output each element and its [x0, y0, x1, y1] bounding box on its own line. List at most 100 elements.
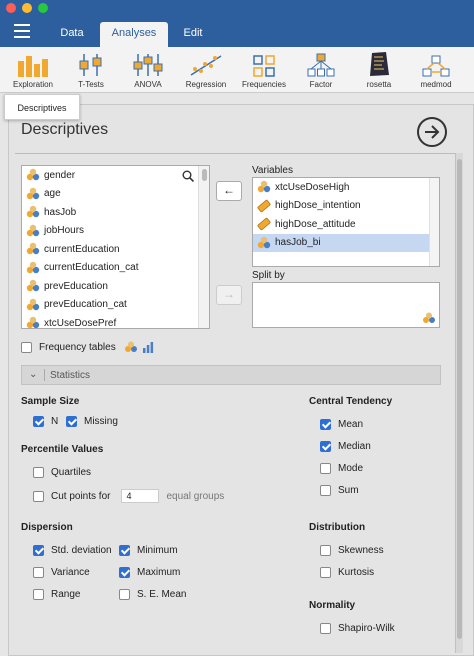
ribbon-anova-button[interactable]: ANOVA — [128, 51, 168, 91]
mode-checkbox[interactable] — [320, 463, 331, 474]
ribbon-medmod-button[interactable]: medmod — [416, 51, 456, 91]
n-option[interactable]: N — [33, 416, 58, 427]
mode-option[interactable]: Mode — [320, 463, 363, 474]
variables-target-list[interactable]: xtcUseDoseHigh highDose_intention highDose… — [252, 177, 440, 267]
variance-option[interactable]: Variance — [33, 567, 90, 578]
sum-checkbox[interactable] — [320, 485, 331, 496]
exploration-icon — [10, 51, 56, 77]
list-item[interactable]: highDose_attitude — [253, 215, 439, 234]
medmod-icon — [416, 51, 456, 77]
list-item[interactable]: hasJob — [22, 203, 198, 222]
minimum-label: Minimum — [137, 545, 178, 556]
cut-points-input[interactable]: 4 — [121, 489, 160, 503]
ribbon-regression-button[interactable]: Regression — [184, 51, 228, 91]
close-window-button[interactable] — [6, 3, 16, 13]
list-item[interactable]: age — [22, 185, 198, 204]
ribbon-rosetta-button[interactable]: rosetta — [362, 51, 396, 91]
minimum-option[interactable]: Minimum — [119, 545, 178, 556]
panel-scrollbar[interactable] — [455, 153, 463, 653]
maximum-option[interactable]: Maximum — [119, 567, 180, 578]
quartiles-option[interactable]: Quartiles — [33, 467, 91, 478]
median-option[interactable]: Median — [320, 441, 371, 452]
skewness-checkbox[interactable] — [320, 545, 331, 556]
sum-option[interactable]: Sum — [320, 485, 359, 496]
variable-name: jobHours — [44, 225, 85, 237]
frequency-tables-checkbox[interactable] — [21, 341, 32, 353]
list-scrollbar[interactable] — [198, 166, 209, 328]
nominal-variable-icon — [257, 236, 271, 250]
kurtosis-checkbox[interactable] — [320, 567, 331, 578]
median-checkbox[interactable] — [320, 441, 331, 452]
shapiro-wilk-option[interactable]: Shapiro-Wilk — [320, 623, 395, 634]
list-item[interactable]: gender — [22, 166, 198, 185]
range-checkbox[interactable] — [33, 589, 44, 600]
panel-title: Descriptives — [21, 121, 109, 138]
list-item[interactable]: prevEducation_cat — [22, 296, 198, 315]
ribbon-ttests-button[interactable]: T-Tests — [72, 51, 110, 91]
equal-groups-label: equal groups — [166, 490, 225, 502]
search-icon[interactable] — [182, 170, 194, 182]
missing-checkbox[interactable] — [66, 416, 77, 427]
mean-option[interactable]: Mean — [320, 419, 363, 430]
quartiles-checkbox[interactable] — [33, 467, 44, 478]
shapiro-wilk-checkbox[interactable] — [320, 623, 331, 634]
menu-icon[interactable] — [14, 24, 30, 38]
split-by-target-list[interactable] — [252, 282, 440, 328]
frequency-tables-option[interactable]: Frequency tables — [21, 341, 154, 353]
list-item[interactable]: hasJob_bi — [253, 233, 439, 252]
kurtosis-label: Kurtosis — [338, 567, 375, 578]
se-mean-option[interactable]: S. E. Mean — [119, 589, 186, 600]
n-checkbox[interactable] — [33, 416, 44, 427]
window-titlebar — [0, 0, 474, 16]
minimize-window-button[interactable] — [22, 3, 32, 13]
cut-points-checkbox[interactable] — [33, 490, 44, 502]
frequencies-icon — [240, 51, 288, 77]
ribbon-label: T-Tests — [78, 80, 104, 89]
range-option[interactable]: Range — [33, 589, 80, 600]
source-variable-list[interactable]: gender age hasJob jobHours currentEducation c… — [21, 165, 210, 329]
list-item[interactable]: prevEducation — [22, 277, 198, 296]
run-arrow-button[interactable] — [417, 117, 447, 147]
anova-icon — [128, 51, 168, 77]
ribbon-label: medmod — [420, 80, 452, 89]
descriptives-menu-item[interactable]: Descriptives — [4, 94, 80, 120]
median-label: Median — [338, 441, 371, 452]
maximum-checkbox[interactable] — [119, 567, 130, 578]
tab-analyses[interactable]: Analyses — [100, 22, 168, 47]
mean-checkbox[interactable] — [320, 419, 331, 430]
variance-checkbox[interactable] — [33, 567, 44, 578]
regression-icon — [184, 51, 228, 77]
kurtosis-option[interactable]: Kurtosis — [320, 567, 374, 578]
minimum-checkbox[interactable] — [119, 545, 130, 556]
cut-points-option[interactable]: Cut points for 4 equal groups — [33, 489, 224, 503]
list-scrollbar[interactable] — [429, 178, 439, 266]
se-mean-checkbox[interactable] — [119, 589, 130, 600]
continuous-variable-icon — [257, 217, 271, 231]
ribbon-frequencies-button[interactable]: Frequencies — [240, 51, 288, 91]
list-item[interactable]: currentEducation_cat — [22, 259, 198, 278]
tab-edit[interactable]: Edit — [175, 22, 211, 47]
missing-option[interactable]: Missing — [66, 416, 118, 427]
variable-name: currentEducation_cat — [44, 262, 139, 274]
section-label: Statistics — [50, 370, 91, 381]
move-to-variables-button[interactable]: ← — [216, 181, 242, 201]
skewness-option[interactable]: Skewness — [320, 545, 384, 556]
move-to-split-by-button[interactable]: → — [216, 285, 242, 305]
ribbon-exploration-button[interactable]: Exploration — [10, 51, 56, 91]
nominal-variable-icon — [26, 224, 40, 238]
list-item[interactable]: xtcUseDoseHigh — [253, 178, 439, 197]
nominal-variable-icon — [26, 187, 40, 201]
zoom-window-button[interactable] — [38, 3, 48, 13]
ribbon-factor-button[interactable]: Factor — [304, 51, 338, 91]
list-item[interactable]: highDose_intention — [253, 197, 439, 216]
mean-label: Mean — [338, 419, 364, 430]
tab-data[interactable]: Data — [50, 22, 94, 47]
list-item[interactable]: currentEducation — [22, 240, 198, 259]
std-deviation-checkbox[interactable] — [33, 545, 44, 556]
list-item[interactable]: jobHours — [22, 222, 198, 241]
std-deviation-option[interactable]: Std. deviation — [33, 545, 112, 556]
std-deviation-label: Std. deviation — [51, 545, 112, 556]
scrollbar-thumb[interactable] — [457, 159, 462, 639]
statistics-section-header[interactable]: ⌄ Statistics — [21, 365, 441, 385]
list-item[interactable]: xtcUseDosePref — [22, 314, 198, 328]
